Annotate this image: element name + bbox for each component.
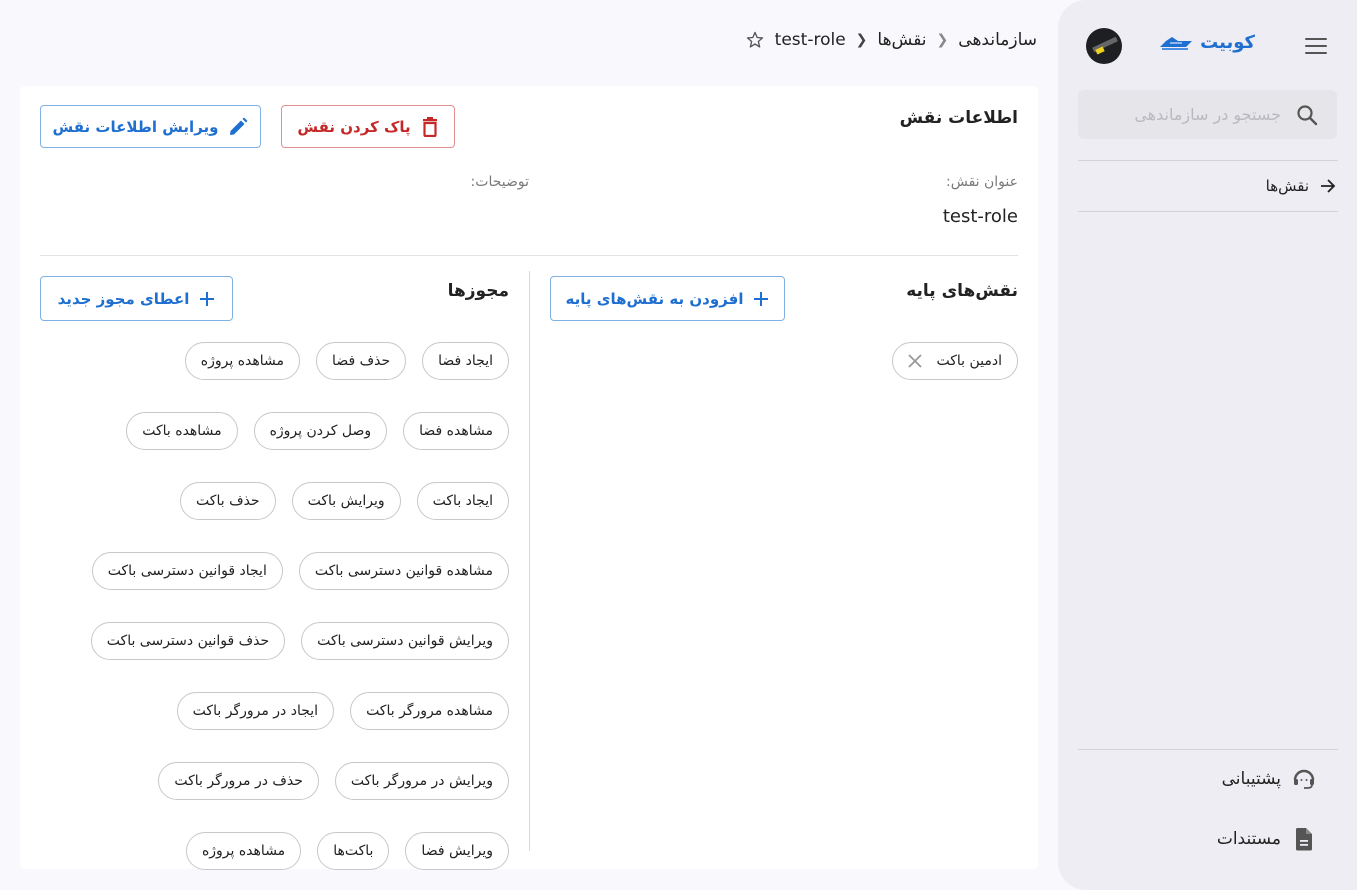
breadcrumb-item-organization[interactable]: سازماندهی xyxy=(958,30,1037,50)
plus-icon xyxy=(200,291,215,306)
permission-chip: باکت‌ها xyxy=(317,832,390,870)
sidebar-item-label: نقش‌ها xyxy=(1265,177,1309,195)
support-headset-icon xyxy=(1293,769,1315,789)
boat-logo-icon xyxy=(1160,36,1193,50)
sidebar-divider xyxy=(1078,160,1338,161)
brand-name: کوبیت xyxy=(1200,32,1255,53)
permission-chip: مشاهده پروژه xyxy=(185,832,302,870)
brand-logo[interactable]: کوبیت xyxy=(1158,32,1255,53)
sidebar-item-label: مستندات xyxy=(1216,829,1281,849)
permission-chip: ایجاد فضا xyxy=(422,342,509,380)
search-icon xyxy=(1297,104,1318,125)
sidebar-divider xyxy=(1078,211,1338,212)
permission-chip: ویرایش در مرورگر باکت xyxy=(334,762,509,800)
pencil-icon xyxy=(230,117,248,135)
sidebar-item-support[interactable]: پشتیبانی xyxy=(1222,766,1317,792)
permission-chip: حذف قوانین دسترسی باکت xyxy=(90,622,286,660)
base-role-chip: ادمین باکت xyxy=(892,342,1018,380)
column-divider xyxy=(529,271,530,851)
edit-role-label: ویرایش اطلاعات نقش xyxy=(52,117,219,136)
document-icon xyxy=(1295,828,1312,851)
hamburger-line xyxy=(1305,52,1327,54)
permission-chip: وصل کردن پروژه xyxy=(253,412,388,450)
sidebar-header: کوبیت xyxy=(1058,26,1357,66)
role-name-label: عنوان نقش: xyxy=(946,174,1018,190)
permission-chip: ایجاد باکت xyxy=(416,482,509,520)
edit-role-button[interactable]: ویرایش اطلاعات نقش xyxy=(40,105,261,148)
permission-chip: مشاهده باکت xyxy=(126,412,238,450)
permission-chip: حذف فضا xyxy=(316,342,407,380)
permission-chip: ایجاد در مرورگر باکت xyxy=(176,692,335,730)
add-base-role-button[interactable]: افزودن به نقش‌های پایه xyxy=(550,276,785,321)
star-outline-icon[interactable] xyxy=(745,30,765,50)
chevron-left-icon: ❮ xyxy=(855,32,868,48)
sidebar-item-docs[interactable]: مستندات xyxy=(1217,826,1317,852)
role-name-value: test-role xyxy=(942,206,1018,227)
add-base-role-label: افزودن به نقش‌های پایه xyxy=(565,289,744,308)
delete-role-label: پاک کردن نقش xyxy=(297,117,411,136)
permission-chip: مشاهده پروژه xyxy=(184,342,301,380)
grant-permission-label: اعطای مجوز جدید xyxy=(57,289,190,308)
breadcrumb-item-current: test-role xyxy=(774,30,846,50)
permission-chip: ویرایش باکت xyxy=(291,482,401,520)
permissions-title: مجوزها xyxy=(447,281,509,301)
chevron-left-icon: ❮ xyxy=(936,32,949,48)
organization-search xyxy=(1078,90,1337,139)
grant-permission-button[interactable]: اعطای مجوز جدید xyxy=(40,276,233,321)
organization-avatar[interactable] xyxy=(1086,28,1122,64)
base-roles-title: نقش‌های پایه xyxy=(906,281,1018,301)
permission-chip: مشاهده قوانین دسترسی باکت xyxy=(298,552,509,590)
permission-chip: ایجاد قوانین دسترسی باکت xyxy=(91,552,283,590)
role-details-card: اطلاعات نقش پاک کردن نقش ویرایش اطلاعات … xyxy=(20,86,1038,870)
sidebar-item-label: پشتیبانی xyxy=(1221,769,1281,789)
arrow-right-icon xyxy=(1321,179,1336,193)
trash-icon xyxy=(422,116,437,137)
plus-icon xyxy=(754,291,769,306)
permission-chip: مشاهده مرورگر باکت xyxy=(350,692,509,730)
permission-chip: ویرایش فضا xyxy=(405,832,509,870)
permission-chip: ویرایش قوانین دسترسی باکت xyxy=(301,622,509,660)
permission-chip-list: ایجاد فضا حذف فضا مشاهده پروژه مشاهده فض… xyxy=(39,342,509,870)
permission-chip: حذف در مرورگر باکت xyxy=(158,762,319,800)
section-divider xyxy=(40,255,1018,256)
breadcrumb-item-roles[interactable]: نقش‌ها xyxy=(877,30,926,50)
description-label: توضیحات: xyxy=(470,174,529,190)
permission-chip: مشاهده فضا xyxy=(403,412,509,450)
permission-chip: حذف باکت xyxy=(180,482,276,520)
hamburger-icon xyxy=(1305,38,1327,40)
delete-role-button[interactable]: پاک کردن نقش xyxy=(281,105,455,148)
close-icon[interactable] xyxy=(908,354,923,368)
breadcrumb: سازماندهی ❮ نقش‌ها ❮ test-role xyxy=(745,30,1037,50)
hamburger-line xyxy=(1305,45,1327,47)
search-input[interactable] xyxy=(1089,104,1283,125)
chip-label: ادمین باکت xyxy=(936,353,1002,369)
role-info-title: اطلاعات نقش xyxy=(899,108,1018,128)
sidebar-divider xyxy=(1078,749,1338,750)
sidebar: کوبیت نقش‌ها xyxy=(1058,0,1357,890)
menu-toggle-button[interactable] xyxy=(1305,38,1327,54)
sidebar-item-roles[interactable]: نقش‌ها xyxy=(1266,172,1337,200)
